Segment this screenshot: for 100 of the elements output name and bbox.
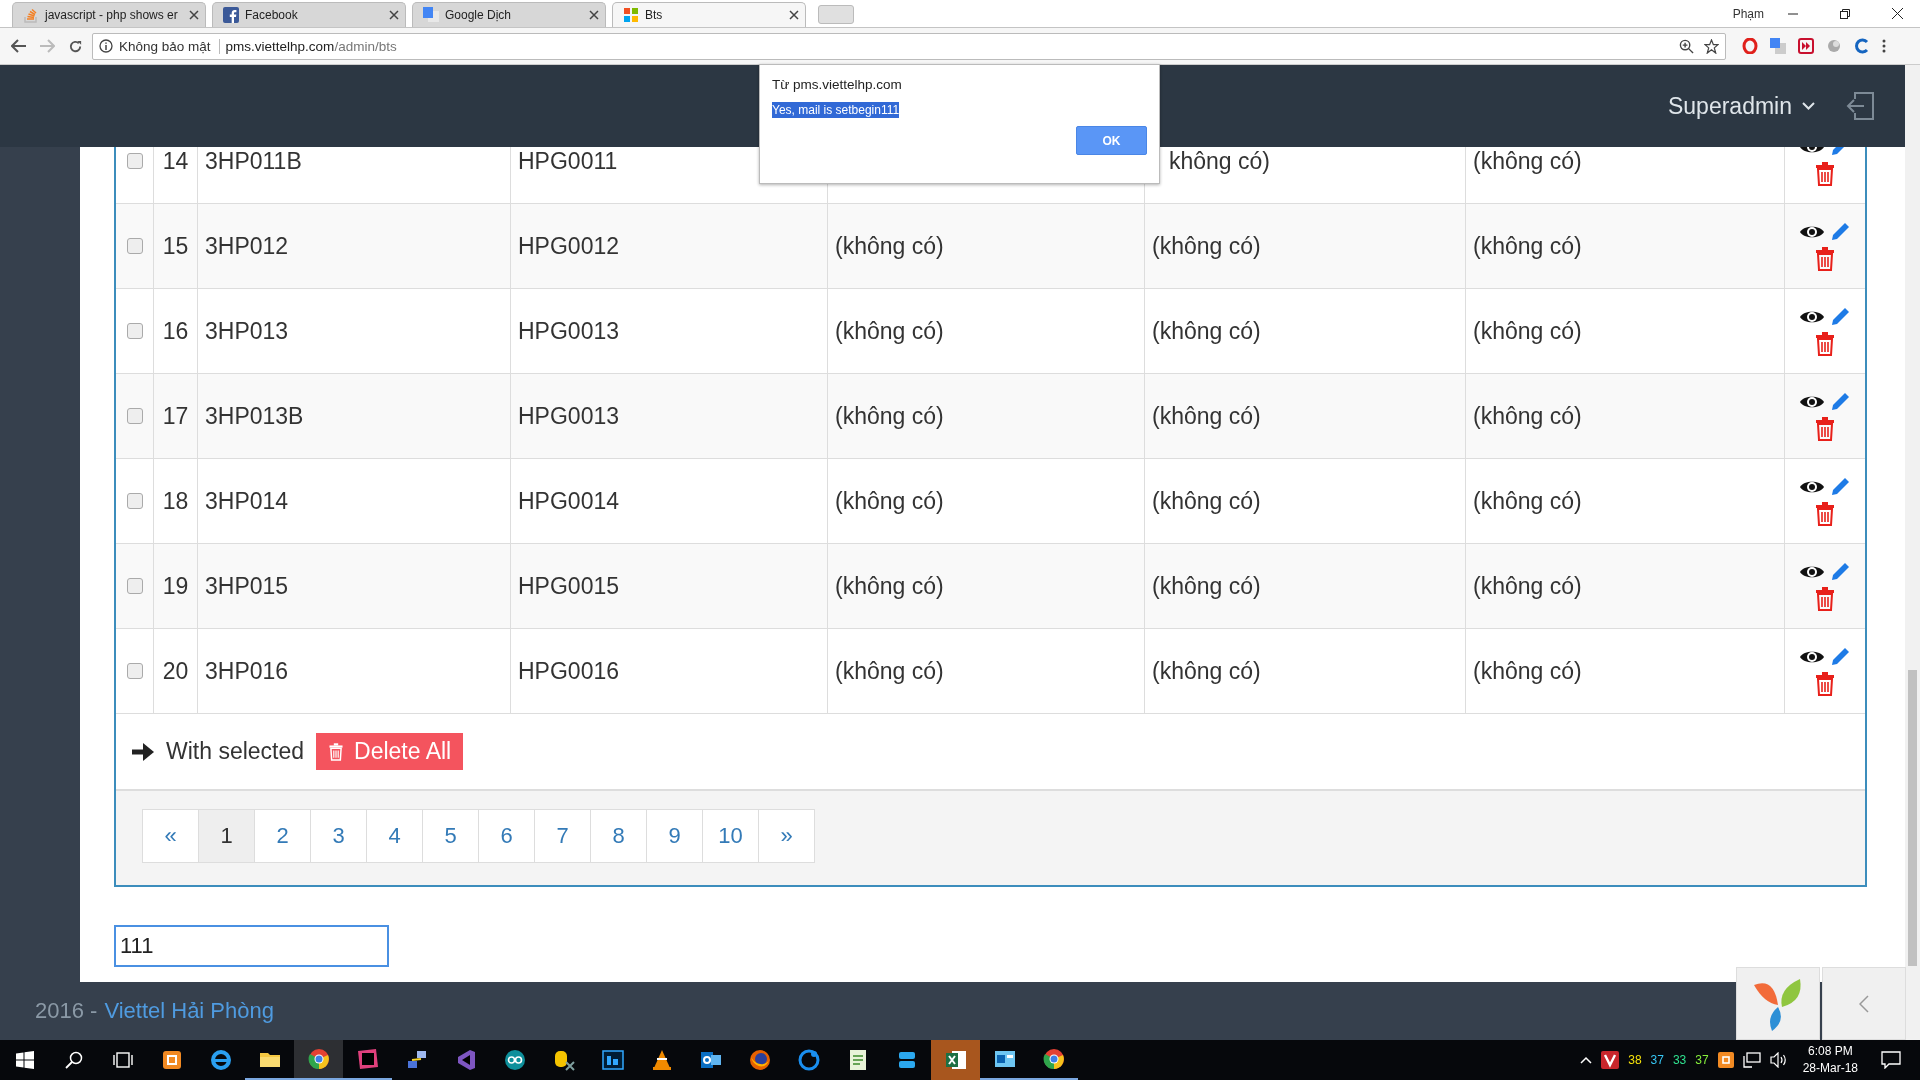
trash-icon[interactable] xyxy=(1814,162,1836,186)
page-button[interactable]: 8 xyxy=(590,809,647,863)
infinity-icon[interactable] xyxy=(502,1048,527,1072)
page-button[interactable]: 2 xyxy=(254,809,311,863)
page-button[interactable]: 1 xyxy=(198,809,255,863)
task-view-icon[interactable] xyxy=(112,1051,133,1069)
security-label: Không bảo mật xyxy=(119,38,220,54)
bulk-action-label: With selected xyxy=(166,738,305,765)
table-cell: 3HP016 xyxy=(205,657,289,685)
browser-tab[interactable]: Facebook xyxy=(212,2,406,27)
photo-editor-icon[interactable] xyxy=(600,1048,625,1072)
dialog-origin: Từ pms.viettelhp.com xyxy=(772,77,903,92)
input-field[interactable]: 111 xyxy=(114,925,389,967)
browser-icon[interactable] xyxy=(306,1047,331,1071)
row-number: 19 xyxy=(162,572,189,600)
pencil-icon[interactable] xyxy=(1829,561,1851,583)
trash-icon[interactable] xyxy=(1814,247,1836,271)
c-shape-icon[interactable] xyxy=(1854,38,1870,54)
row-checkbox[interactable] xyxy=(126,238,143,254)
scrollbar[interactable] xyxy=(1905,65,1920,1040)
browser-icon[interactable] xyxy=(1041,1047,1066,1071)
browser-tab[interactable]: Google Dịch xyxy=(412,2,606,27)
zoom-icon[interactable] xyxy=(1679,38,1694,54)
table-cell: 3HP012 xyxy=(205,232,289,260)
clock-date[interactable]: 28-Mar-18 xyxy=(1802,1060,1858,1077)
search-icon[interactable] xyxy=(64,1051,83,1069)
clock-time[interactable]: 6:08 PM xyxy=(1807,1043,1853,1060)
page-button[interactable]: 9 xyxy=(646,809,703,863)
browser-tab[interactable]: Bts xyxy=(612,2,806,27)
menu-icon[interactable] xyxy=(1882,39,1886,53)
ok-button[interactable]: OK xyxy=(1076,126,1147,155)
page-button[interactable]: 6 xyxy=(478,809,535,863)
v-shield-icon[interactable] xyxy=(1601,1051,1620,1069)
spreadsheet-icon[interactable] xyxy=(943,1048,968,1072)
tray-counter: 38 xyxy=(1628,1053,1642,1067)
chevron-left-icon xyxy=(1859,994,1869,1013)
translate-icon[interactable] xyxy=(1770,38,1786,54)
row-number: 14 xyxy=(162,147,189,175)
reload-icon[interactable] xyxy=(67,38,83,54)
table-cell: (không có) xyxy=(835,232,944,260)
ring-icon[interactable] xyxy=(1742,38,1758,54)
next-page-button[interactable]: » xyxy=(758,809,815,863)
windows-logo-icon[interactable] xyxy=(15,1051,34,1069)
row-checkbox[interactable] xyxy=(126,493,143,509)
trash-icon[interactable] xyxy=(1814,672,1836,696)
row-checkbox[interactable] xyxy=(126,578,143,594)
trash-icon[interactable] xyxy=(1814,332,1836,356)
close-icon[interactable] xyxy=(589,10,599,20)
restore-icon[interactable] xyxy=(1840,8,1850,19)
trash-icon[interactable] xyxy=(1814,502,1836,526)
url-text: pms.viettelhp.com/admin/bts xyxy=(225,38,397,54)
page-button[interactable]: 3 xyxy=(310,809,367,863)
page-button[interactable]: 5 xyxy=(422,809,479,863)
network-icon[interactable] xyxy=(1742,1052,1761,1068)
pencil-icon[interactable] xyxy=(1829,306,1851,328)
page-button[interactable]: 4 xyxy=(366,809,423,863)
pencil-icon[interactable] xyxy=(1829,221,1851,243)
browser-icon[interactable] xyxy=(747,1048,772,1072)
debug-toolbar-toggle[interactable] xyxy=(1822,967,1906,1040)
chevron-up-icon[interactable] xyxy=(1580,1056,1593,1064)
browser-tab[interactable]: javascript - php shows er xyxy=(12,2,206,27)
row-checkbox[interactable] xyxy=(126,408,143,424)
star-icon[interactable] xyxy=(1704,38,1719,54)
close-icon[interactable] xyxy=(189,10,199,20)
square-logo-icon[interactable] xyxy=(1717,1052,1734,1068)
address-bar[interactable]: Không bảo mật pms.viettelhp.com/admin/bts xyxy=(92,32,1726,60)
table-cell: HPG0013 xyxy=(518,317,619,345)
pencil-icon[interactable] xyxy=(1829,646,1851,668)
table-cell: (không có) xyxy=(1152,572,1261,600)
back-arrow-icon[interactable] xyxy=(11,39,27,53)
user-menu[interactable]: Superadmin xyxy=(1667,92,1815,120)
table-cell: 3HP013 xyxy=(205,317,289,345)
pencil-icon[interactable] xyxy=(1829,476,1851,498)
table-cell: 3HP011B xyxy=(205,147,302,175)
delete-all-button[interactable]: Delete All xyxy=(316,733,464,770)
table-cell: 3HP013B xyxy=(205,402,304,430)
page-button[interactable]: 10 xyxy=(702,809,759,863)
row-checkbox[interactable] xyxy=(126,153,143,169)
ide-icon[interactable] xyxy=(355,1047,380,1071)
browser-icon[interactable] xyxy=(208,1048,233,1072)
close-icon[interactable] xyxy=(1891,8,1903,19)
notification-icon[interactable] xyxy=(1881,1051,1901,1069)
trash-icon[interactable] xyxy=(1814,417,1836,441)
trash-icon[interactable] xyxy=(1814,587,1836,611)
profile-name[interactable]: Phạm xyxy=(1732,6,1764,21)
circle-logo-icon[interactable] xyxy=(796,1048,821,1072)
previous-page-button[interactable]: « xyxy=(142,809,199,863)
table-cell: HPG0012 xyxy=(518,232,619,260)
logout-icon[interactable] xyxy=(1845,91,1875,121)
row-checkbox[interactable] xyxy=(126,663,143,679)
pencil-icon[interactable] xyxy=(1829,391,1851,413)
speaker-icon[interactable] xyxy=(1769,1052,1788,1068)
close-icon[interactable] xyxy=(389,10,399,20)
close-icon[interactable] xyxy=(789,10,799,20)
debug-toolbar-logo[interactable] xyxy=(1736,967,1820,1040)
info-icon[interactable] xyxy=(99,39,113,53)
page-button[interactable]: 7 xyxy=(534,809,591,863)
footer-link[interactable]: Viettel Hải Phòng xyxy=(104,998,274,1024)
fast-forward-icon[interactable] xyxy=(1798,38,1814,54)
row-checkbox[interactable] xyxy=(126,323,143,339)
